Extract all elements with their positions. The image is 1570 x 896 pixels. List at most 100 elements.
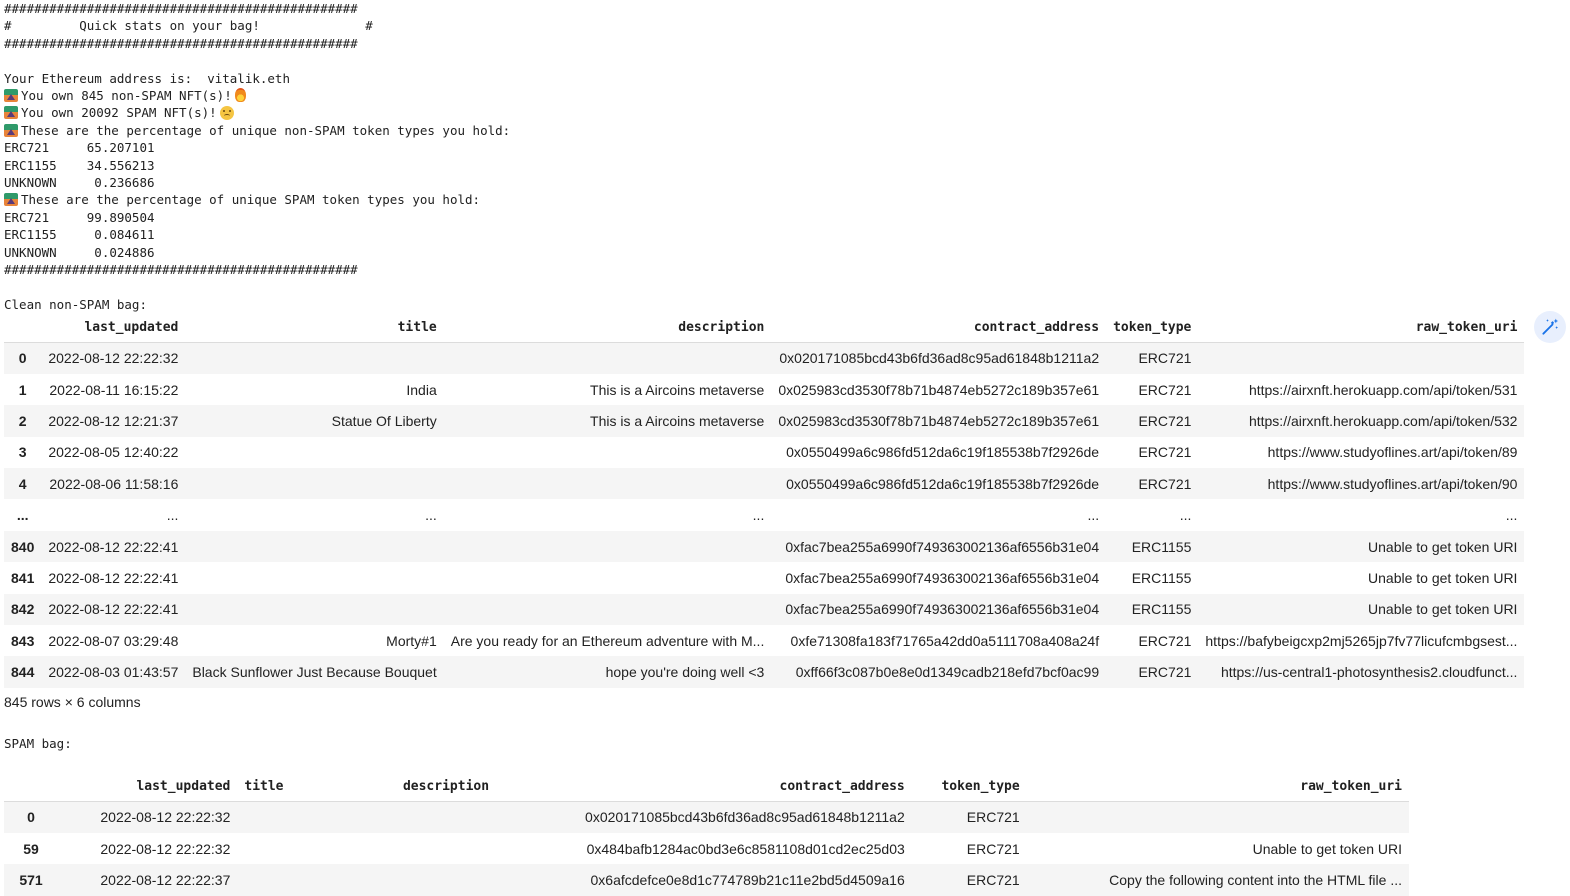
cell-index: 4 xyxy=(18,475,27,492)
cell-index: 0 xyxy=(27,809,35,826)
cell-last-updated: 2022-08-12 22:22:37 xyxy=(100,871,231,888)
table-row: 3 2022-08-05 12:40:22 0x0550499a6c986fd512… xyxy=(4,436,1525,469)
magic-wand-button[interactable] xyxy=(1534,311,1566,343)
cell-index: 3 xyxy=(18,444,27,461)
cell-title xyxy=(237,864,371,895)
spam-pct-unknown: UNKNOWN 0.024886 xyxy=(4,244,155,260)
cell-raw-token-uri: Unable to get token URI xyxy=(1252,840,1402,857)
cell-contract-address: 0xfac7bea255a6990f749363002136af6556b31e… xyxy=(785,569,1100,586)
fire-icon xyxy=(234,88,246,103)
cell-last-updated: 2022-08-07 03:29:48 xyxy=(48,632,179,649)
non-spam-count: You own 845 non-SPAM NFT(s)! xyxy=(21,88,232,104)
cell-last-updated: 2022-08-12 22:22:32 xyxy=(48,350,179,367)
table-row: 843 2022-08-07 03:29:48 Morty#1 Are you rea… xyxy=(4,625,1525,657)
cell-title: ... xyxy=(425,507,437,524)
cell-token-type: ERC721 xyxy=(1138,381,1192,398)
cell-token-type: ERC1155 xyxy=(1131,601,1192,618)
cell-index: 840 xyxy=(11,538,35,555)
cell-raw-token-uri: Unable to get token URI xyxy=(1368,569,1518,586)
cell-last-updated: 2022-08-12 22:22:41 xyxy=(48,569,179,586)
cell-raw-token-uri: Copy the following content into the HTML… xyxy=(1109,871,1402,888)
cell-contract-address: ... xyxy=(1087,507,1100,524)
cell-description xyxy=(371,802,496,833)
hash-border-mid: ########################################… xyxy=(4,35,358,51)
cell-index: 571 xyxy=(19,871,43,888)
cell-last-updated: 2022-08-12 12:21:37 xyxy=(48,412,179,429)
cell-token-type: ERC721 xyxy=(1138,664,1192,681)
cell-index: ... xyxy=(16,507,29,524)
cell-title: Black Sunflower Just Because Bouquet xyxy=(192,664,437,681)
cell-contract-address: 0x025983cd3530f78b71b4874eb5272c189b357e… xyxy=(778,381,1100,398)
cell-raw-token-uri: Unable to get token URI xyxy=(1368,601,1518,618)
cell-contract-address: 0xfac7bea255a6990f749363002136af6556b31e… xyxy=(785,538,1100,555)
cell-description: hope you're doing well <3 xyxy=(605,664,765,681)
clean-bag-label: Clean non-SPAM bag: xyxy=(4,296,147,312)
non-spam-pct-erc721: ERC721 65.207101 xyxy=(4,140,155,156)
non-spam-pct-erc1155: ERC1155 34.556213 xyxy=(4,157,155,173)
table-row: 59 2022-08-12 22:22:32 0x484bafb1284ac0bd3… xyxy=(4,832,1409,865)
table-row: 841 2022-08-12 22:22:41 0xfac7bea255a6990f… xyxy=(4,562,1525,594)
cell-last-updated: 2022-08-12 22:22:32 xyxy=(100,809,231,826)
column-header-raw-token-uri: raw_token_uri xyxy=(1026,771,1409,802)
spam-table-body: 0 2022-08-12 22:22:32 0x020171085bcd43b6fd… xyxy=(4,801,1409,896)
cell-token-type: ERC721 xyxy=(1138,475,1192,492)
cell-contract-address: 0x020171085bcd43b6fd36ad8c95ad61848b1211… xyxy=(779,350,1100,367)
cell-contract-address: 0x6afcdefce0e8d1c774789b21c11e2bd5d4509a… xyxy=(590,871,905,888)
sad-face-icon xyxy=(219,106,234,121)
cell-title xyxy=(185,343,443,374)
cell-contract-address: 0xfe71308fa183f71765a42dd0a5111708a408a2… xyxy=(790,632,1100,649)
cell-token-type: ERC721 xyxy=(1138,412,1192,429)
sunrise-over-mountains-icon xyxy=(4,89,18,103)
cell-token-type: ERC1155 xyxy=(1131,538,1192,555)
cell-index: 0 xyxy=(18,350,27,367)
sunrise-over-mountains-icon xyxy=(4,123,18,137)
sunrise-over-mountains-icon xyxy=(4,193,18,207)
cell-description xyxy=(444,343,772,374)
column-header-last-updated: last_updated xyxy=(58,771,238,802)
cell-contract-address: 0x484bafb1284ac0bd3e6c8581108d01cd2ec25d… xyxy=(586,840,905,857)
cell-last-updated: 2022-08-05 12:40:22 xyxy=(48,444,179,461)
table-row: 2 2022-08-12 12:21:37 Statue Of Liberty Thi… xyxy=(4,405,1525,437)
cell-token-type: ERC721 xyxy=(966,871,1020,888)
table-row: 4 2022-08-06 11:58:16 0x0550499a6c986fd512… xyxy=(4,468,1525,500)
table-row: 842 2022-08-12 22:22:41 0xfac7bea255a6990f… xyxy=(4,593,1525,626)
cell-title xyxy=(185,562,443,593)
cell-contract-address: 0x020171085bcd43b6fd36ad8c95ad61848b1211… xyxy=(585,809,905,826)
spam-pct-header: These are the percentage of unique SPAM … xyxy=(21,192,481,208)
sunrise-over-mountains-icon xyxy=(4,106,18,120)
cell-title xyxy=(185,531,443,562)
cell-description: Are you ready for an Ethereum adventure … xyxy=(450,632,765,649)
column-header-token-type: token_type xyxy=(1106,312,1199,343)
spam-table-header-row: last_updated title description contract_… xyxy=(4,771,1409,802)
cell-index: 843 xyxy=(11,632,35,649)
column-header-description: description xyxy=(443,312,772,343)
cell-token-type: ERC721 xyxy=(1138,632,1192,649)
cell-description xyxy=(444,594,772,625)
cell-contract-address: 0x0550499a6c986fd512da6c19f185538b7f2926… xyxy=(786,444,1100,461)
table-row: 0 2022-08-12 22:22:32 0x020171085bcd43b6fd… xyxy=(4,801,1409,833)
table-row: 571 2022-08-12 22:22:37 0x6afcdefce0e8d1c7… xyxy=(4,864,1409,896)
clean-table-body: 0 2022-08-12 22:22:32 0x020171085bcd43b6fd… xyxy=(4,342,1525,688)
cell-index: 1 xyxy=(18,381,27,398)
spam-bag-dataframe: last_updated title description contract_… xyxy=(4,771,1409,896)
cell-description xyxy=(444,562,772,593)
cell-token-type: ERC721 xyxy=(966,809,1020,826)
cell-raw-token-uri: https://www.studyoflines.art/api/token/9… xyxy=(1267,475,1518,492)
column-header-contract-address: contract_address xyxy=(496,771,912,802)
cell-index: 842 xyxy=(11,601,35,618)
cell-description: This is a Aircoins metaverse xyxy=(590,381,765,398)
column-header-token-type: token_type xyxy=(911,771,1027,802)
column-header-description: description xyxy=(371,771,497,802)
hash-border-top: ########################################… xyxy=(4,1,358,16)
cell-contract-address: 0xfac7bea255a6990f749363002136af6556b31e… xyxy=(785,601,1100,618)
cell-title: Morty#1 xyxy=(386,632,437,649)
cell-contract-address: 0x025983cd3530f78b71b4874eb5272c189b357e… xyxy=(778,412,1100,429)
column-header-title: title xyxy=(185,312,444,343)
cell-contract-address: 0x0550499a6c986fd512da6c19f185538b7f2926… xyxy=(786,475,1100,492)
address-line: Your Ethereum address is: vitalik.eth xyxy=(4,70,290,86)
cell-title xyxy=(185,437,443,468)
cell-description xyxy=(371,833,496,864)
spam-count: You own 20092 SPAM NFT(s)! xyxy=(21,105,217,121)
clean-bag-dataframe: last_updated title description contract_… xyxy=(4,312,1525,688)
cell-description xyxy=(444,437,772,468)
